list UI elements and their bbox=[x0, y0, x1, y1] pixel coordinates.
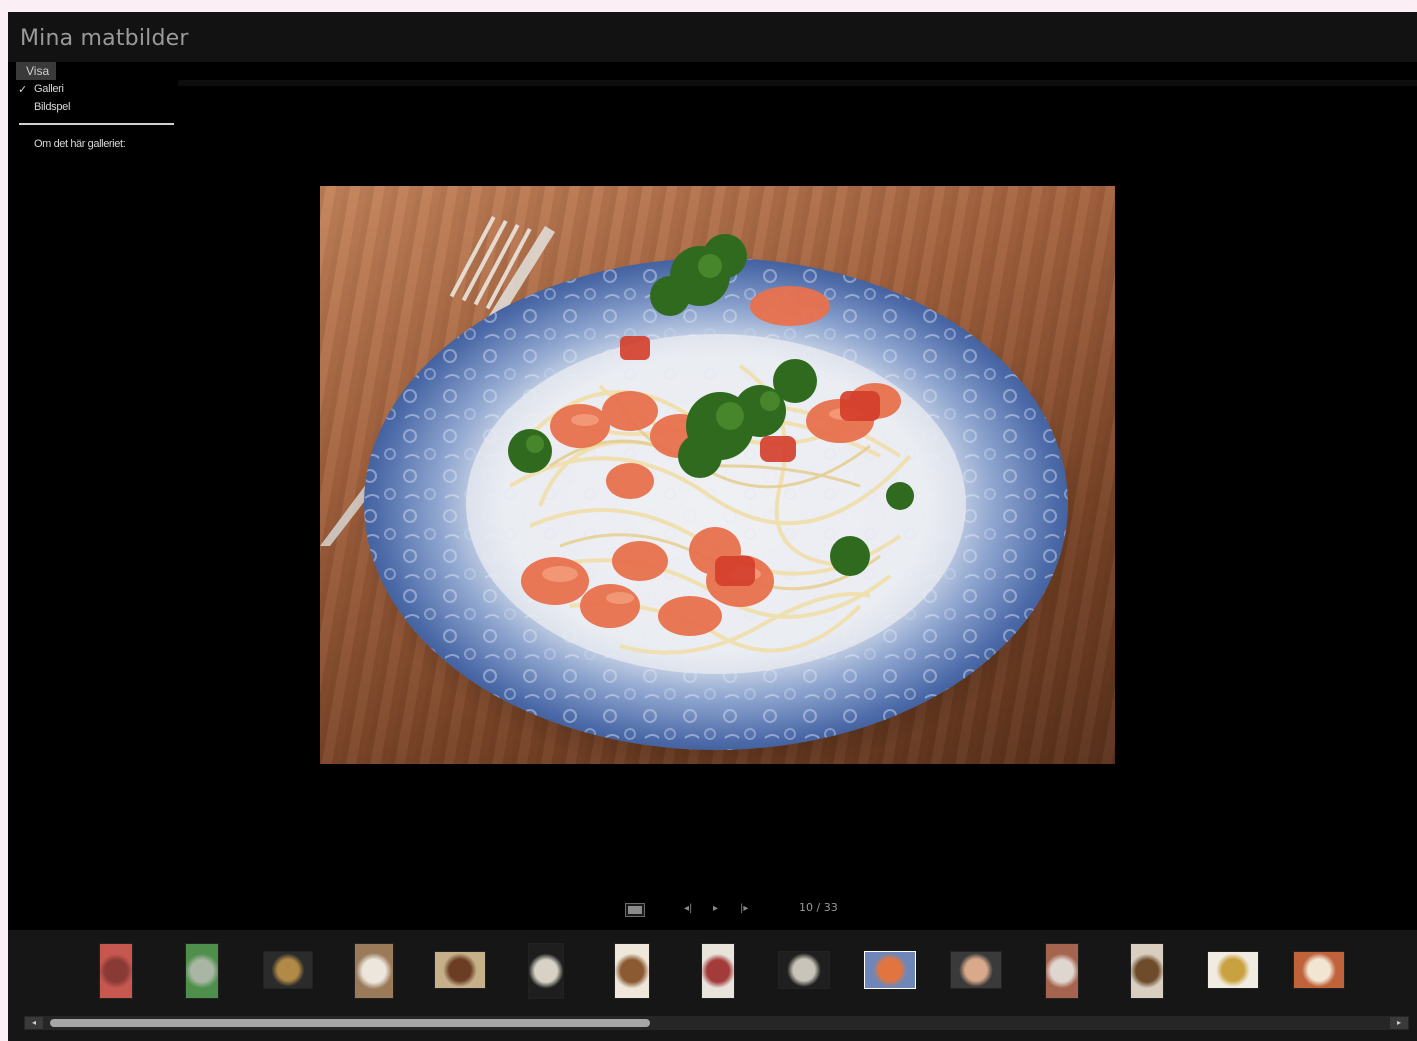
fullscreen-icon[interactable] bbox=[625, 903, 645, 917]
menu-divider bbox=[19, 123, 174, 125]
filmstrip-thumbnail[interactable] bbox=[435, 952, 485, 988]
filmstrip-thumbnail[interactable] bbox=[1294, 952, 1344, 988]
filmstrip-thumbnail[interactable] bbox=[1208, 952, 1258, 988]
next-icon[interactable]: |▸ bbox=[740, 903, 748, 914]
menu-item-bildspel[interactable]: Bildspel bbox=[34, 101, 70, 113]
page-title: Mina matbilder bbox=[20, 26, 189, 51]
header-rule bbox=[178, 80, 1417, 86]
filmstrip-thumbnail[interactable] bbox=[951, 952, 1001, 988]
menu-header-visa[interactable]: Visa bbox=[16, 62, 56, 80]
about-gallery-label: Om det här galleriet: bbox=[34, 138, 126, 150]
filmstrip-thumbnail[interactable] bbox=[1046, 944, 1078, 998]
filmstrip-thumbnail[interactable] bbox=[702, 944, 734, 998]
filmstrip-thumbnail[interactable] bbox=[355, 944, 393, 998]
filmstrip-thumbnail[interactable] bbox=[529, 944, 563, 998]
image-counter: 10 / 33 bbox=[799, 901, 838, 914]
gallery-app: Mina matbilder Visa ✓ Galleri Bildspel O… bbox=[8, 12, 1417, 1041]
view-menu: Visa ✓ Galleri Bildspel Om det här galle… bbox=[8, 62, 178, 182]
scrollbar-thumb[interactable] bbox=[50, 1019, 650, 1027]
check-icon: ✓ bbox=[18, 84, 28, 96]
filmstrip-thumbnail[interactable] bbox=[100, 944, 132, 998]
filmstrip-thumbnail[interactable] bbox=[1131, 944, 1163, 998]
filmstrip: ◂ ▸ bbox=[8, 930, 1417, 1041]
filmstrip-thumbnail[interactable] bbox=[264, 952, 312, 988]
filmstrip-thumbnail[interactable] bbox=[186, 944, 218, 998]
play-icon[interactable]: ▸ bbox=[713, 903, 718, 914]
scroll-right-arrow[interactable]: ▸ bbox=[1390, 1017, 1408, 1029]
slideshow-controls: ◂| ▸ |▸ 10 / 33 bbox=[8, 895, 1417, 925]
main-photo bbox=[320, 186, 1115, 764]
filmstrip-scrollbar[interactable]: ◂ ▸ bbox=[24, 1016, 1409, 1030]
filmstrip-thumbnail[interactable] bbox=[615, 944, 649, 998]
scroll-left-arrow[interactable]: ◂ bbox=[25, 1017, 43, 1029]
title-bar: Mina matbilder bbox=[8, 12, 1417, 62]
filmstrip-thumbnail[interactable] bbox=[779, 952, 829, 988]
previous-icon[interactable]: ◂| bbox=[684, 903, 692, 914]
filmstrip-thumbnail[interactable] bbox=[865, 952, 915, 988]
menu-item-galleri[interactable]: Galleri bbox=[34, 83, 64, 95]
